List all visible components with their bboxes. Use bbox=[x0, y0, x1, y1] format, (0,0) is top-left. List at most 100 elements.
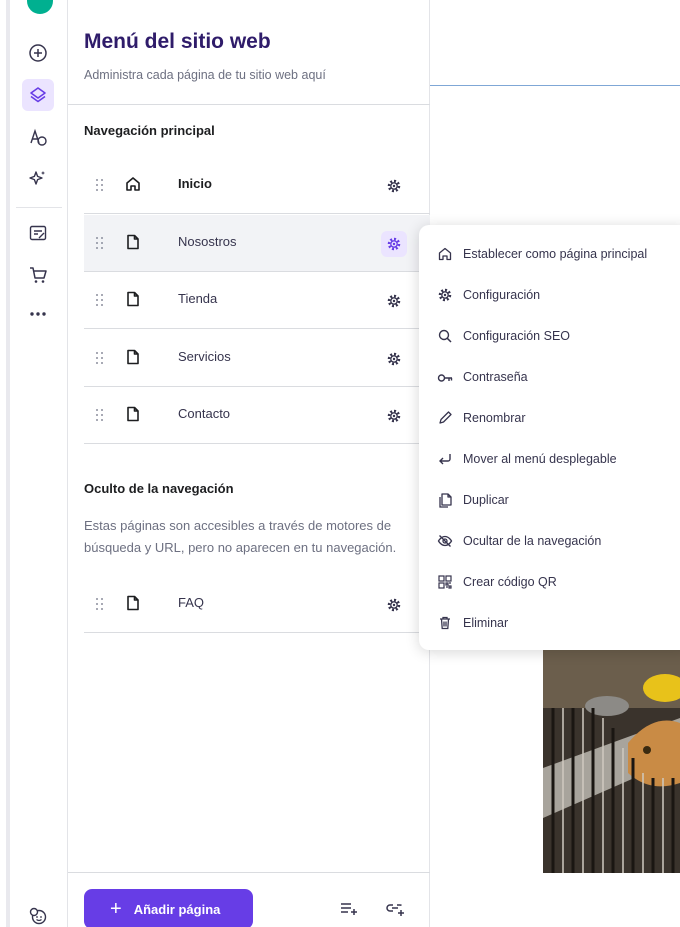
key-icon bbox=[437, 374, 453, 382]
ai-tools-button[interactable] bbox=[22, 163, 54, 195]
page-settings-button[interactable] bbox=[381, 231, 407, 257]
main-nav-title: Navegación principal bbox=[84, 123, 215, 138]
page-label: Inicio bbox=[178, 176, 212, 191]
menu-item-label: Mover al menú desplegable bbox=[463, 452, 617, 466]
edit-document-icon bbox=[29, 225, 47, 241]
page-title: Menú del sitio web bbox=[84, 30, 271, 53]
drag-handle-icon[interactable] bbox=[96, 598, 104, 610]
blog-button[interactable] bbox=[22, 217, 54, 249]
footer-divider bbox=[68, 872, 430, 873]
home-icon bbox=[438, 247, 452, 261]
page-icon bbox=[127, 406, 139, 422]
pencil-icon bbox=[439, 411, 452, 424]
duplicate-icon bbox=[439, 493, 452, 508]
smiley-help-icon bbox=[29, 907, 47, 925]
drag-handle-icon[interactable] bbox=[96, 352, 104, 364]
preview-header-line bbox=[430, 85, 680, 86]
add-page-label: Añadir página bbox=[133, 901, 221, 917]
gear-icon bbox=[387, 598, 401, 612]
drag-handle-icon[interactable] bbox=[96, 237, 104, 249]
search-icon bbox=[438, 329, 452, 343]
page-row-nosostros[interactable]: Nosostros bbox=[84, 215, 430, 272]
pages-layers-button[interactable] bbox=[22, 79, 54, 111]
menu-item-label: Duplicar bbox=[463, 493, 509, 507]
sparkle-icon bbox=[29, 171, 45, 185]
eye-off-icon bbox=[437, 535, 453, 547]
layers-icon bbox=[30, 87, 46, 103]
menu-item-label: Establecer como página principal bbox=[463, 247, 648, 261]
page-icon bbox=[127, 595, 139, 611]
gear-icon bbox=[438, 288, 452, 302]
page-context-menu: Establecer como página principal Configu… bbox=[419, 225, 680, 650]
menu-item-rename[interactable]: Renombrar bbox=[419, 398, 680, 439]
qr-code-icon bbox=[438, 575, 452, 589]
drag-handle-icon[interactable] bbox=[96, 294, 104, 306]
rail-divider bbox=[16, 207, 62, 208]
styles-button[interactable] bbox=[22, 121, 54, 153]
page-settings-button[interactable] bbox=[381, 288, 407, 314]
menu-item-duplicate[interactable]: Duplicar bbox=[419, 480, 680, 521]
icon-rail bbox=[0, 0, 68, 927]
menu-item-qr-code[interactable]: Crear código QR bbox=[419, 562, 680, 603]
menu-item-seo[interactable]: Configuración SEO bbox=[419, 316, 680, 357]
page-row-servicios[interactable]: Servicios bbox=[84, 330, 430, 387]
gear-icon bbox=[387, 294, 401, 308]
hidden-nav-description: Estas páginas son accesibles a través de… bbox=[84, 518, 397, 555]
menu-item-delete[interactable]: Eliminar bbox=[419, 603, 680, 644]
plus-circle-icon bbox=[29, 44, 47, 62]
gear-icon bbox=[387, 352, 401, 366]
font-palette-icon bbox=[30, 128, 47, 146]
page-label: FAQ bbox=[178, 595, 205, 610]
home-icon bbox=[126, 177, 140, 191]
page-icon bbox=[127, 349, 139, 365]
page-icon bbox=[127, 291, 139, 307]
plus-icon: + bbox=[110, 898, 122, 920]
page-row-inicio[interactable]: Inicio bbox=[84, 157, 430, 214]
gear-icon bbox=[387, 179, 401, 193]
more-button[interactable] bbox=[22, 298, 54, 330]
menu-item-move-dropdown[interactable]: Mover al menú desplegable bbox=[419, 439, 680, 480]
page-label: Contacto bbox=[178, 406, 231, 421]
more-dots-icon bbox=[30, 312, 46, 316]
drag-handle-icon[interactable] bbox=[96, 409, 104, 421]
gear-icon bbox=[387, 237, 401, 251]
store-button[interactable] bbox=[22, 259, 54, 291]
page-label: Servicios bbox=[178, 349, 231, 364]
page-settings-button[interactable] bbox=[381, 592, 407, 618]
add-link-icon[interactable] bbox=[384, 898, 406, 918]
menu-item-label: Configuración bbox=[463, 288, 541, 302]
page-label: Tienda bbox=[178, 291, 218, 306]
page-settings-button[interactable] bbox=[381, 346, 407, 372]
trash-icon bbox=[440, 616, 450, 630]
menu-item-hide-nav[interactable]: Ocultar de la navegación bbox=[419, 521, 680, 562]
help-button[interactable] bbox=[22, 900, 54, 927]
menu-item-label: Contraseña bbox=[463, 370, 528, 384]
gear-icon bbox=[387, 409, 401, 423]
page-settings-button[interactable] bbox=[381, 403, 407, 429]
add-dropdown-icon[interactable] bbox=[338, 898, 360, 918]
cart-icon bbox=[30, 267, 47, 283]
page-label: Nosostros bbox=[178, 234, 237, 249]
add-page-button[interactable]: + Añadir página bbox=[84, 889, 253, 927]
cat-photo bbox=[543, 648, 680, 873]
menu-item-set-home[interactable]: Establecer como página principal bbox=[419, 234, 680, 275]
hidden-nav-title: Oculto de la navegación bbox=[84, 481, 234, 496]
menu-item-label: Configuración SEO bbox=[463, 329, 571, 343]
menu-item-password[interactable]: Contraseña bbox=[419, 357, 680, 398]
page-icon bbox=[127, 234, 139, 250]
page-row-tienda[interactable]: Tienda bbox=[84, 272, 430, 329]
menu-item-label: Eliminar bbox=[463, 616, 509, 630]
page-settings-button[interactable] bbox=[381, 173, 407, 199]
divider bbox=[68, 104, 430, 105]
menu-item-settings[interactable]: Configuración bbox=[419, 275, 680, 316]
site-avatar[interactable] bbox=[27, 0, 53, 14]
page-row-faq[interactable]: FAQ bbox=[84, 576, 430, 633]
website-menu-panel: Menú del sitio web Administra cada págin… bbox=[68, 0, 430, 927]
rail-scrollbar[interactable] bbox=[6, 0, 10, 927]
page-subtitle: Administra cada página de tu sitio web a… bbox=[84, 68, 326, 82]
add-element-button[interactable] bbox=[22, 37, 54, 69]
drag-handle-icon[interactable] bbox=[96, 179, 104, 191]
menu-item-label: Crear código QR bbox=[463, 575, 557, 589]
page-row-contacto[interactable]: Contacto bbox=[84, 387, 430, 444]
menu-item-label: Ocultar de la navegación bbox=[463, 534, 602, 548]
